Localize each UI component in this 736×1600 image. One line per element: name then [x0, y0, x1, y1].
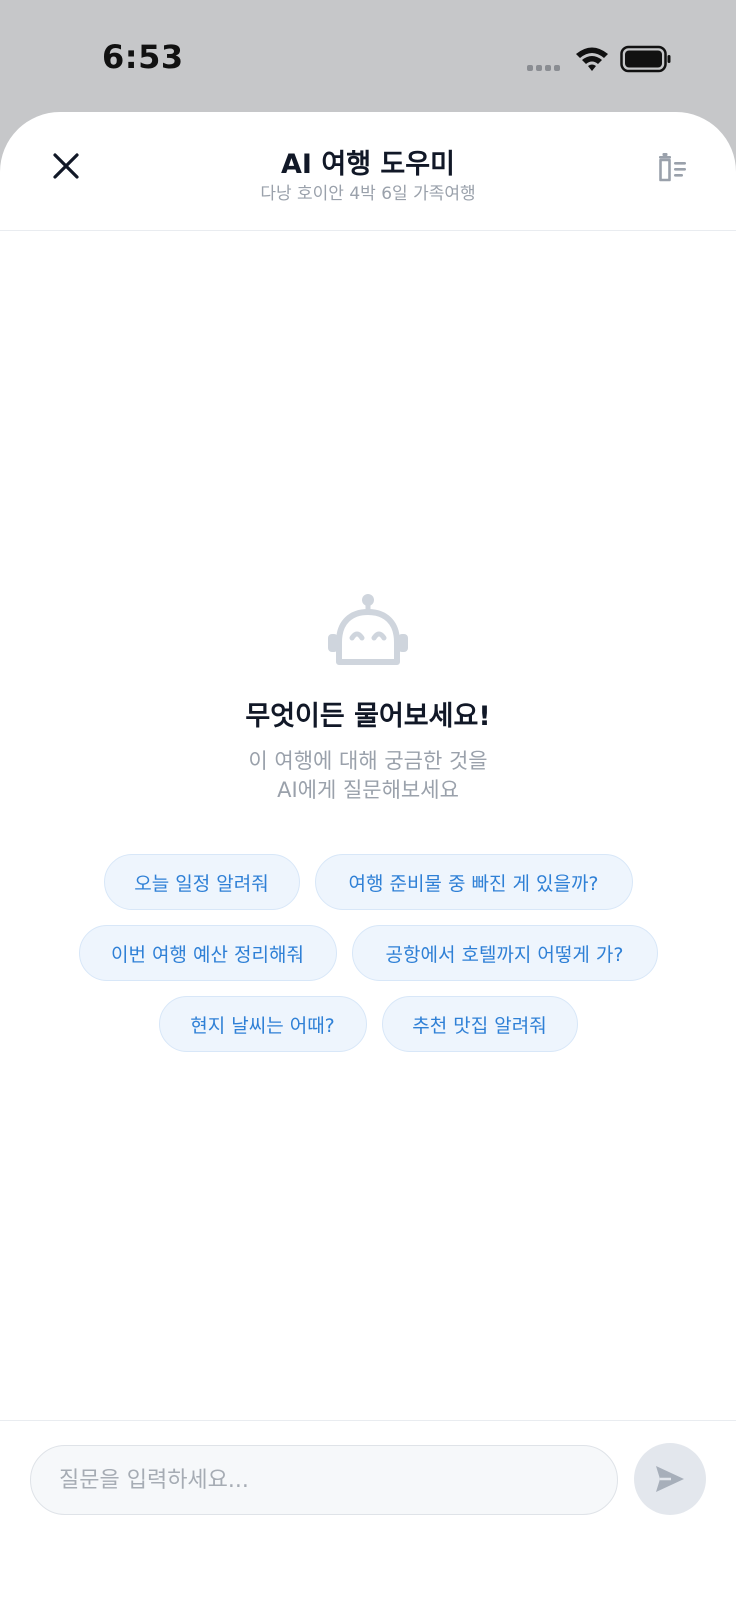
- page-title: AI 여행 도우미: [281, 149, 455, 180]
- trash-list-icon: [659, 153, 686, 182]
- battery-icon: [620, 45, 671, 73]
- suggestion-chip[interactable]: 오늘 일정 알려줘: [103, 854, 300, 910]
- suggestion-row: 현지 날씨는 어때? 추천 맛집 알려줘: [158, 996, 578, 1052]
- wifi-icon: [576, 47, 608, 71]
- status-bar: 6:53: [0, 0, 736, 112]
- robot-icon: [328, 594, 408, 665]
- clear-history-button[interactable]: [646, 142, 698, 194]
- trip-subtitle: 다낭 호이안 4박 6일 가족여행: [260, 184, 476, 204]
- status-time: 6:53: [102, 38, 184, 76]
- suggestion-chips: 오늘 일정 알려줘 여행 준비물 중 빠진 게 있을까? 이번 여행 예산 정리…: [0, 854, 736, 1052]
- empty-state-title: 무엇이든 물어보세요!: [245, 701, 491, 732]
- empty-state: 무엇이든 물어보세요! 이 여행에 대해 궁금한 것을 AI에게 질문해보세요: [0, 592, 736, 805]
- send-button[interactable]: [634, 1443, 706, 1515]
- message-input[interactable]: [30, 1445, 618, 1515]
- suggestion-chip[interactable]: 추천 맛집 알려줘: [381, 996, 578, 1052]
- suggestion-chip[interactable]: 여행 준비물 중 빠진 게 있을까?: [314, 854, 633, 910]
- chat-sheet: AI 여행 도우미 다낭 호이안 4박 6일 가족여행 무엇이든 물어보세요! …: [0, 112, 736, 1600]
- empty-state-description-line2: AI에게 질문해보세요: [277, 778, 459, 802]
- suggestion-chip[interactable]: 이번 여행 예산 정리해줘: [78, 925, 337, 981]
- suggestion-row: 이번 여행 예산 정리해줘 공항에서 호텔까지 어떻게 가?: [78, 925, 658, 981]
- message-composer: [0, 1420, 736, 1600]
- suggestion-chip[interactable]: 공항에서 호텔까지 어떻게 가?: [351, 925, 658, 981]
- cellular-signal-icon: [527, 63, 563, 73]
- send-icon: [656, 1466, 684, 1492]
- empty-state-description: 이 여행에 대해 궁금한 것을 AI에게 질문해보세요: [0, 747, 736, 805]
- suggestion-row: 오늘 일정 알려줘 여행 준비물 중 빠진 게 있을까?: [103, 854, 633, 910]
- chat-header: AI 여행 도우미 다낭 호이안 4박 6일 가족여행: [0, 112, 736, 231]
- suggestion-chip[interactable]: 현지 날씨는 어때?: [158, 996, 367, 1052]
- empty-state-description-line1: 이 여행에 대해 궁금한 것을: [248, 749, 488, 773]
- app-screen: 6:53 AI 여행 도우미 다낭 호이안 4박 6일 가족여행 무엇이든 물어…: [0, 0, 736, 1600]
